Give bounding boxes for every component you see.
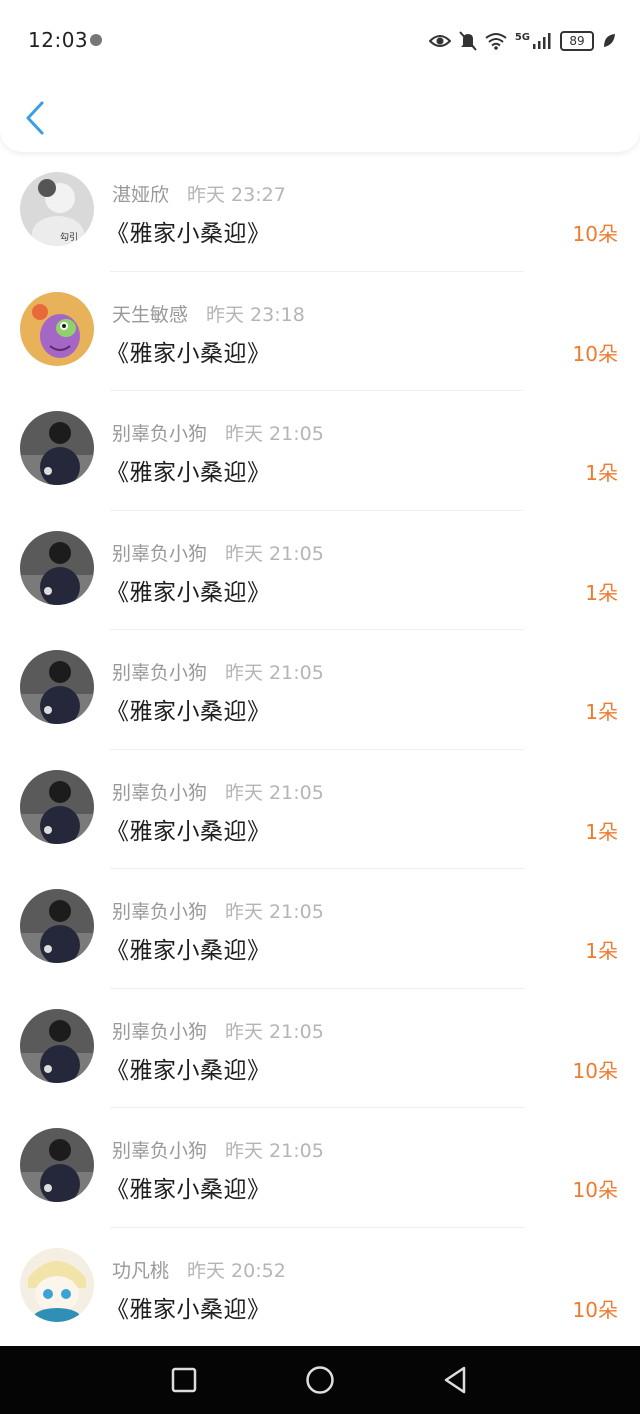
user-name: 别辜负小狗 <box>112 542 208 565</box>
user-name-line: 别辜负小狗 昨天 21:05 <box>112 1136 324 1163</box>
recent-apps-button[interactable] <box>168 1364 200 1396</box>
flower-amount: 1朵 <box>585 580 618 605</box>
user-name: 别辜负小狗 <box>112 781 208 804</box>
user-name: 别辜负小狗 <box>112 1020 208 1043</box>
user-name-line: 别辜负小狗 昨天 21:05 <box>112 658 324 685</box>
work-title: 《雅家小桑迎》 <box>106 699 271 725</box>
work-title: 《雅家小桑迎》 <box>106 818 271 845</box>
user-name: 别辜负小狗 <box>112 1140 208 1162</box>
send-time: 昨天 21:05 <box>225 901 324 923</box>
user-name-line: 别辜负小狗 昨天 21:05 <box>112 778 324 805</box>
list-item[interactable]: 别辜负小狗 昨天 21:05 《雅家小桑迎》 10朵 <box>0 989 640 1108</box>
list-item[interactable]: 别辜负小狗 昨天 21:05 《雅家小桑迎》 10朵 <box>0 1108 640 1228</box>
work-title: 《雅家小桑迎》 <box>106 1057 271 1084</box>
user-name-line: 别辜负小狗 昨天 21:05 <box>112 419 324 446</box>
list-item[interactable]: 天生敏感 昨天 23:18 《雅家小桑迎》 10朵 <box>0 272 640 391</box>
square-icon <box>171 1367 197 1393</box>
flower-amount: 10朵 <box>572 1297 618 1322</box>
flower-amount: 1朵 <box>585 819 618 844</box>
home-button[interactable] <box>304 1364 336 1396</box>
user-name-line: 别辜负小狗 昨天 21:05 <box>112 897 324 924</box>
status-bar: 12:03 5G 89 <box>0 0 640 84</box>
user-name-line: 天生敏感 昨天 23:18 <box>112 300 305 327</box>
send-time: 昨天 21:05 <box>225 1020 324 1043</box>
work-title: 《雅家小桑迎》 <box>106 221 271 247</box>
list-item[interactable]: 勾引 湛娅欣 昨天 23:27 《雅家小桑迎》 10朵 <box>0 152 640 272</box>
avatar[interactable] <box>20 530 94 605</box>
list-item[interactable]: 别辜负小狗 昨天 21:05 《雅家小桑迎》 1朵 <box>0 630 640 750</box>
send-time: 昨天 21:05 <box>225 542 324 565</box>
top-bar: 12:03 5G 89 <box>0 0 640 152</box>
send-time: 昨天 23:18 <box>206 303 305 326</box>
user-name: 天生敏感 <box>112 303 189 326</box>
circle-icon <box>306 1366 334 1394</box>
flower-amount: 10朵 <box>572 222 618 246</box>
user-name-line: 别辜负小狗 昨天 21:05 <box>112 539 324 566</box>
user-name: 功凡桃 <box>112 1259 170 1282</box>
avatar[interactable]: 勾引 <box>20 172 94 246</box>
wifi-icon <box>485 33 507 50</box>
work-title: 《雅家小桑迎》 <box>106 938 271 964</box>
user-name-line: 别辜负小狗 昨天 21:05 <box>112 1017 324 1044</box>
work-title: 《雅家小桑迎》 <box>106 460 271 486</box>
user-name: 别辜负小狗 <box>112 662 208 684</box>
gift-list: 勾引 湛娅欣 昨天 23:27 《雅家小桑迎》 10朵 天生敏感 昨天 23:1… <box>0 152 640 1346</box>
work-title: 《雅家小桑迎》 <box>106 579 271 606</box>
back-nav-button[interactable] <box>440 1364 472 1396</box>
flower-amount: 10朵 <box>572 1178 618 1202</box>
send-time: 昨天 21:05 <box>225 662 324 684</box>
send-time: 昨天 21:05 <box>225 781 324 804</box>
list-item[interactable]: 功凡桃 昨天 20:52 《雅家小桑迎》 10朵 <box>0 1228 640 1347</box>
flower-amount: 1朵 <box>585 461 618 485</box>
avatar[interactable] <box>20 1008 94 1083</box>
chevron-left-icon <box>26 101 44 135</box>
eye-icon <box>428 35 451 47</box>
status-icons: 5G 89 <box>428 30 616 52</box>
user-name: 湛娅欣 <box>112 184 170 206</box>
avatar[interactable] <box>20 769 94 844</box>
user-name: 别辜负小狗 <box>112 423 208 445</box>
signal-icon <box>533 33 551 49</box>
send-time: 昨天 21:05 <box>225 1140 324 1162</box>
app-notification-icon <box>90 34 102 46</box>
work-title: 《雅家小桑迎》 <box>106 1296 271 1323</box>
work-title: 《雅家小桑迎》 <box>106 340 271 367</box>
work-title: 《雅家小桑迎》 <box>106 1177 271 1203</box>
flower-amount: 10朵 <box>572 1058 618 1083</box>
flower-amount: 10朵 <box>572 341 618 366</box>
user-name: 别辜负小狗 <box>112 901 208 923</box>
mute-bell-icon <box>459 31 477 51</box>
avatar[interactable] <box>20 1128 94 1202</box>
list-item[interactable]: 别辜负小狗 昨天 21:05 《雅家小桑迎》 1朵 <box>0 391 640 511</box>
svg-text:勾引: 勾引 <box>60 231 78 243</box>
avatar[interactable] <box>20 889 94 963</box>
leaf-icon <box>604 34 615 47</box>
send-time: 昨天 20:52 <box>187 1259 286 1282</box>
list-item[interactable]: 别辜负小狗 昨天 21:05 《雅家小桑迎》 1朵 <box>0 750 640 869</box>
avatar[interactable] <box>20 1247 94 1322</box>
avatar[interactable] <box>20 291 94 366</box>
battery-icon: 89 <box>560 31 594 51</box>
screen: 12:03 5G 89 勾引 湛娅欣 昨天 23:27 《雅家小桑迎》 10朵 … <box>0 0 640 1414</box>
flower-amount: 1朵 <box>585 939 618 963</box>
list-item[interactable]: 别辜负小狗 昨天 21:05 《雅家小桑迎》 1朵 <box>0 869 640 989</box>
send-time: 昨天 21:05 <box>225 423 324 445</box>
back-button[interactable] <box>20 98 50 138</box>
system-nav-bar <box>0 1346 640 1414</box>
user-name-line: 湛娅欣 昨天 23:27 <box>112 180 286 207</box>
status-time: 12:03 <box>28 28 89 52</box>
avatar[interactable] <box>20 411 94 485</box>
avatar[interactable] <box>20 650 94 724</box>
user-name-line: 功凡桃 昨天 20:52 <box>112 1256 286 1283</box>
network-type: 5G <box>514 31 530 43</box>
flower-amount: 1朵 <box>585 700 618 724</box>
triangle-back-icon <box>444 1366 466 1394</box>
send-time: 昨天 23:27 <box>187 184 286 206</box>
list-item[interactable]: 别辜负小狗 昨天 21:05 《雅家小桑迎》 1朵 <box>0 511 640 630</box>
